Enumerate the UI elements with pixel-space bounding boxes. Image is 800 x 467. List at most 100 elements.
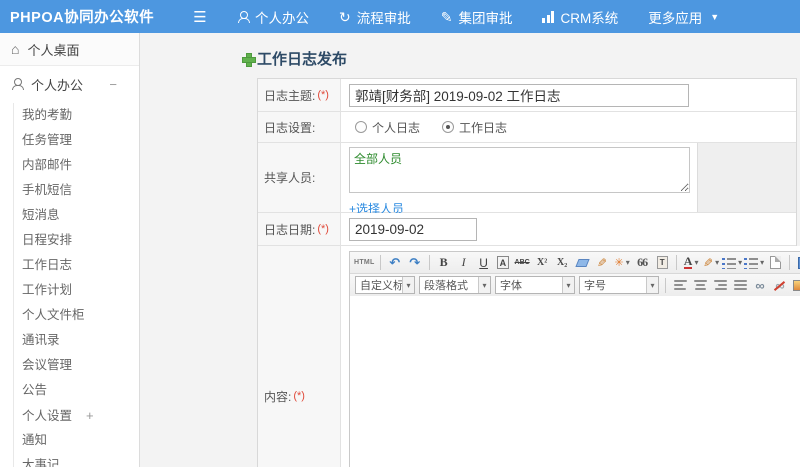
new-page-icon [769, 256, 781, 269]
sidebar-item-sms[interactable]: 手机短信 [14, 178, 139, 203]
align-right-button[interactable] [711, 277, 729, 294]
nav-crm-system[interactable]: CRM系统 [542, 7, 618, 27]
insert-link-button[interactable]: ∞ [751, 277, 769, 294]
paste-as-text-button[interactable]: T [653, 254, 671, 271]
share-label: 共享人员: [264, 171, 316, 185]
top-nav: 个人办公 ↻ 流程审批 ✎ 集团审批 CRM系统 更多应用 ▼ [237, 7, 719, 27]
sidebar-item-schedule[interactable]: 日程安排 [14, 228, 139, 253]
ordered-list-button[interactable]: ▾ [722, 254, 742, 271]
sidebar-item-attendance[interactable]: 我的考勤 [14, 103, 139, 128]
collapse-icon[interactable]: − [109, 77, 117, 92]
font-size-dropdown[interactable]: 字号 ▾ [579, 276, 659, 294]
sidebar-item-label: 个人桌面 [27, 42, 80, 58]
image-icon [793, 279, 800, 291]
ordered-list-icon [722, 257, 737, 269]
date-input[interactable] [349, 217, 477, 241]
align-justify-button[interactable] [731, 277, 749, 294]
share-members-textarea[interactable]: 全部人员 [349, 147, 690, 193]
sidebar-item-meetings[interactable]: 会议管理 [14, 353, 139, 378]
sidebar-item-work-log[interactable]: 工作日志 [14, 253, 139, 278]
unordered-list-button[interactable]: ▾ [744, 254, 764, 271]
required-marker: (*) [317, 223, 329, 235]
radio-icon[interactable] [355, 121, 367, 133]
sidebar-item-announcements[interactable]: 公告 [14, 378, 139, 403]
paragraph-format-dropdown[interactable]: 段落格式 ▾ [419, 276, 491, 294]
align-right-icon [713, 279, 727, 291]
source-code-button[interactable]: HTML [354, 254, 375, 271]
caret-down-icon: ▾ [738, 258, 743, 267]
underline-button[interactable]: U [475, 254, 493, 271]
eraser-icon [575, 258, 590, 267]
person-icon [11, 78, 24, 90]
main-content: 工作日志发布 日志主题: (*) 日志设置: [141, 33, 800, 467]
new-page-button[interactable] [766, 254, 784, 271]
image-manager-button[interactable] [795, 254, 800, 271]
person-icon [237, 10, 250, 23]
eraser-button[interactable] [573, 254, 591, 271]
bold-button[interactable]: B [435, 254, 453, 271]
nav-more-apps[interactable]: 更多应用 ▼ [648, 7, 719, 27]
font-family-dropdown[interactable]: 字体 ▾ [495, 276, 575, 294]
font-color-button[interactable]: A ▾ [682, 254, 700, 271]
sidebar-item-contacts[interactable]: 通讯录 [14, 328, 139, 353]
sidebar-section-personal-office[interactable]: 个人办公 − [0, 69, 139, 99]
expand-icon[interactable]: + [86, 408, 94, 423]
nav-label: 个人办公 [255, 10, 309, 26]
align-left-button[interactable] [671, 277, 689, 294]
work-log-form: 日志主题: (*) 日志设置: 个人日志 [257, 78, 800, 467]
nav-group-approval[interactable]: ✎ 集团审批 [441, 7, 513, 27]
editor-toolbar-row2: 自定义标题 ▾ 段落格式 ▾ 字体 ▾ [350, 274, 800, 296]
content-label: 内容: [264, 389, 292, 404]
form-row-date: 日志日期: (*) [258, 213, 796, 246]
form-row-share: 共享人员: 全部人员 +选择人员 [258, 143, 796, 216]
caret-down-icon: ▾ [694, 258, 699, 267]
edit-icon: ✎ [440, 8, 453, 25]
app-logo: PHPOA协同办公软件 [10, 10, 155, 26]
clean-format-button[interactable]: ✎ [593, 254, 611, 271]
highlight-color-button[interactable]: ✎ ▾ [702, 254, 720, 271]
caret-down-icon: ▾ [760, 258, 765, 267]
sidebar-item-settings[interactable]: 个人设置 + [14, 403, 139, 428]
nav-process-approval[interactable]: ↻ 流程审批 [339, 7, 411, 27]
topbar: PHPOA协同办公软件 ☰ 个人办公 ↻ 流程审批 ✎ 集团审批 CRM系统 更… [0, 0, 800, 33]
sidebar-item-desktop[interactable]: ⌂ 个人桌面 [0, 33, 139, 66]
paste-text-icon: T [656, 256, 668, 269]
sidebar-item-events[interactable]: 大事记 [14, 453, 139, 467]
remove-link-button[interactable]: ∞ [771, 277, 789, 294]
italic-button[interactable]: I [455, 254, 473, 271]
blockquote-button[interactable]: 66 [633, 254, 651, 271]
radio-work-log[interactable]: 工作日志 [442, 119, 507, 136]
subject-input[interactable] [349, 83, 689, 107]
editor-content[interactable] [350, 296, 800, 467]
font-box-button[interactable]: A [496, 256, 510, 269]
font-color-icon: A [683, 254, 693, 269]
sidebar-item-file-cabinet[interactable]: 个人文件柜 [14, 303, 139, 328]
strikethrough-button[interactable]: ABC [513, 254, 531, 271]
radio-personal-log[interactable]: 个人日志 [355, 119, 420, 136]
editor-toolbar-row1: HTML ↶ ↷ B I U A ABC X² X₂ ✎ ✳ ▾ 66 T A … [350, 252, 800, 274]
required-marker: (*) [317, 89, 329, 101]
date-label: 日志日期: [264, 222, 316, 237]
caret-down-icon: ▾ [402, 277, 414, 293]
align-justify-icon [733, 279, 747, 291]
align-center-button[interactable] [691, 277, 709, 294]
sidebar-item-messages[interactable]: 短消息 [14, 203, 139, 228]
page-title: 工作日志发布 [242, 48, 347, 69]
superscript-button[interactable]: X² [533, 254, 551, 271]
subscript-button[interactable]: X₂ [553, 254, 571, 271]
caret-down-icon: ▾ [625, 258, 630, 267]
insert-image-button[interactable] [791, 277, 800, 294]
custom-heading-dropdown[interactable]: 自定义标题 ▾ [355, 276, 415, 294]
paint-format-icon: ✳ [614, 257, 624, 269]
menu-toggle-icon[interactable]: ☰ [185, 8, 215, 26]
undo-button[interactable]: ↶ [386, 254, 404, 271]
sidebar-item-work-plan[interactable]: 工作计划 [14, 278, 139, 303]
redo-button[interactable]: ↷ [406, 254, 424, 271]
nav-personal-office[interactable]: 个人办公 [237, 7, 309, 27]
radio-checked-icon[interactable] [442, 121, 455, 133]
sidebar-item-tasks[interactable]: 任务管理 [14, 128, 139, 153]
nav-label: 更多应用 [648, 10, 703, 26]
sidebar-item-notifications[interactable]: 通知 [14, 428, 139, 453]
sidebar-item-mail[interactable]: 内部邮件 [14, 153, 139, 178]
paint-format-button[interactable]: ✳ ▾ [613, 254, 631, 271]
